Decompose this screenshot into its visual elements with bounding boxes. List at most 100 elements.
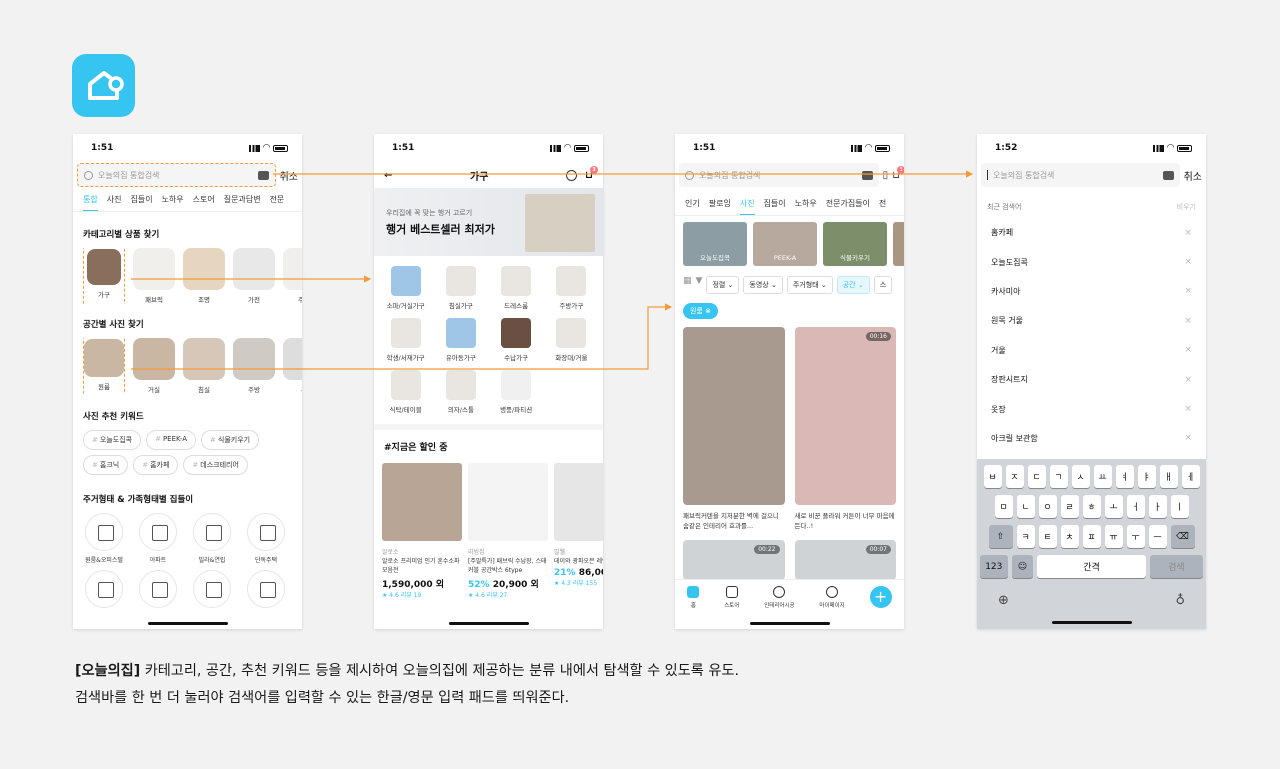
tab-photo[interactable]: 사진 [739,198,755,215]
keyboard-key[interactable]: ㅋ [1016,525,1035,548]
keyboard-key[interactable]: ㅠ [1104,525,1123,548]
close-icon[interactable]: × [1184,228,1192,238]
back-arrow-icon[interactable]: ← [384,170,392,181]
space-living[interactable]: 거실 [133,338,175,394]
keyboard-key[interactable]: ㅕ [1115,465,1134,488]
tab-photo[interactable]: 사진 [107,194,122,205]
category-kitchen[interactable]: 주방 [283,248,302,304]
family-type-item[interactable] [191,570,233,612]
keyboard-key[interactable]: ㅜ [1126,525,1145,548]
tab-qna[interactable]: 질문과답변 [224,194,261,205]
keyboard-key[interactable]: ㅌ [1038,525,1057,548]
close-icon[interactable]: × [1184,316,1192,326]
tab-housewarming[interactable]: 집들이 [764,198,786,209]
category-furniture[interactable]: 가구 [83,248,125,304]
recent-search-item[interactable]: 장판시트지 × [977,365,1206,394]
subcategory-item[interactable]: 주방가구 [544,266,599,310]
filter-video[interactable]: 동영상 ⌄ [743,276,783,294]
tab-knowhow[interactable]: 노하우 [795,198,817,209]
family-type-item[interactable] [137,570,179,612]
tab-following[interactable]: 팔로잉 [709,198,731,209]
keyword-chip[interactable]: # 데스크테리어 [183,455,248,475]
active-filter-pill[interactable]: 원룸 ⊗ [683,303,718,319]
add-button[interactable]: + [869,586,892,608]
camera-icon[interactable] [861,170,873,180]
housetype-apartment[interactable]: 아파트 [137,513,179,564]
close-icon[interactable]: × [1184,286,1192,296]
space-bath[interactable]: 욕 [283,338,302,394]
keyboard-key[interactable]: ㅁ [994,495,1013,518]
clear-all-button[interactable]: 비우기 [1177,202,1196,212]
keyboard-key[interactable]: ㅏ [1148,495,1167,518]
camera-icon[interactable] [257,170,269,180]
search-input[interactable]: 오늘의집 통합검색 [679,163,879,187]
nav-mypage[interactable]: 마이페이지 [819,586,845,609]
tab-store[interactable]: 스토어 [193,194,215,205]
keyboard-key[interactable]: ㅊ [1060,525,1079,548]
keyword-chip[interactable]: # 식물키우기 [201,430,260,450]
subcategory-item[interactable]: 학생/서재가구 [378,318,433,362]
family-type-item[interactable] [245,570,287,612]
nav-home[interactable]: 홈 [687,586,700,609]
microphone-icon[interactable]: ♁ [1175,593,1185,608]
product-card[interactable]: 알로소 알로소 프리미엄 인기 혼수소파 모음전 1,590,000 외 ★ 4… [382,463,462,599]
space-key[interactable]: 간격 [1037,555,1146,578]
filter-icon[interactable]: ▼ [696,276,703,294]
shift-key[interactable]: ⇧ [988,525,1013,548]
subcategory-item[interactable]: 소파/거실가구 [378,266,433,310]
filter-space[interactable]: 공간 ⌄ [836,276,870,294]
keyword-chip[interactable]: # PEEK-A [146,430,197,450]
keyboard-key[interactable]: ㄱ [1049,465,1068,488]
keyboard-key[interactable]: ㅛ [1093,465,1112,488]
tab-expert[interactable]: 전문 [270,194,285,205]
keyboard-key[interactable]: ㅇ [1038,495,1057,518]
keyboard-key[interactable]: ㅐ [1159,465,1178,488]
globe-icon[interactable]: ⊕ [998,593,1009,608]
product-card[interactable]: 밀웰 데이와 광파오븐 레인지대 13종 21% 86,00 ★ 4.3 리뷰 … [554,463,603,599]
category-appliance[interactable]: 가전 [233,248,275,304]
tab-knowhow[interactable]: 노하우 [162,194,184,205]
cancel-button[interactable]: 취소 [1184,168,1202,183]
keyboard-key[interactable]: ㄷ [1027,465,1046,488]
space-kitchen[interactable]: 주방 [233,338,275,394]
keyboard-key[interactable]: ㅔ [1181,465,1200,488]
cart-icon[interactable]: ⊔ 3 [585,165,598,181]
close-icon[interactable]: × [1184,404,1192,414]
filter-style[interactable]: 스 [873,276,893,294]
photo-card[interactable]: 패브릭커텐을 지저분한 벽에 걸으니 숨같은 인테리어 효과를... [683,327,785,530]
nav-interior[interactable]: 인테리어시공 [764,586,795,609]
keyword-thumbnail[interactable]: 오늘도집콕 [683,222,747,266]
subcategory-item[interactable]: 병풍/파티션 [489,370,544,414]
subcategory-item[interactable]: 수납가구 [489,318,544,362]
keyboard-key[interactable]: ㅍ [1082,525,1101,548]
tab-housewarming[interactable]: 집들이 [130,194,152,205]
keyboard-key[interactable]: ㅑ [1137,465,1156,488]
emoji-key[interactable]: ☺ [1011,555,1034,578]
subcategory-item[interactable]: 침실가구 [433,266,488,310]
keyword-thumbnail[interactable] [893,222,904,266]
keyboard-key[interactable]: ㅂ [983,465,1002,488]
keyword-thumbnail[interactable]: PEEK-A [753,222,817,266]
keyboard-key[interactable]: ㅡ [1148,525,1167,548]
keyboard-key[interactable]: ㅣ [1170,495,1189,518]
subcategory-item[interactable]: 화장대/거울 [544,318,599,362]
numbers-key[interactable]: 123 [980,555,1008,578]
keyboard-key[interactable]: ㅈ [1005,465,1024,488]
close-icon[interactable]: × [1184,345,1192,355]
cancel-button[interactable]: 취소 [280,168,298,183]
subcategory-item[interactable]: 식탁/테이블 [378,370,433,414]
keyboard-key[interactable]: ㅗ [1104,495,1123,518]
keyword-chip[interactable]: # 홈카페 [133,455,179,475]
search-key[interactable]: 검색 [1149,555,1203,578]
promo-banner[interactable]: 우리집에 꼭 맞는 행거 고르기 행거 베스트셀러 최저가 [374,188,603,256]
close-icon[interactable]: × [1184,433,1192,443]
search-input[interactable]: 오늘의집 통합검색 [981,163,1180,187]
family-type-item[interactable] [83,570,125,612]
photo-card[interactable]: 00:16 새로 비꾼 플라워 커튼이 너무 마음에 든다..! [794,327,896,530]
filter-housing[interactable]: 주거형태 ⌄ [786,276,833,294]
camera-icon[interactable] [1162,170,1174,180]
recent-search-item[interactable]: 카사미아 × [977,277,1206,306]
subcategory-item[interactable]: 의자/스툴 [433,370,488,414]
housetype-house[interactable]: 단독주택 [245,513,287,564]
space-bedroom[interactable]: 침실 [183,338,225,394]
